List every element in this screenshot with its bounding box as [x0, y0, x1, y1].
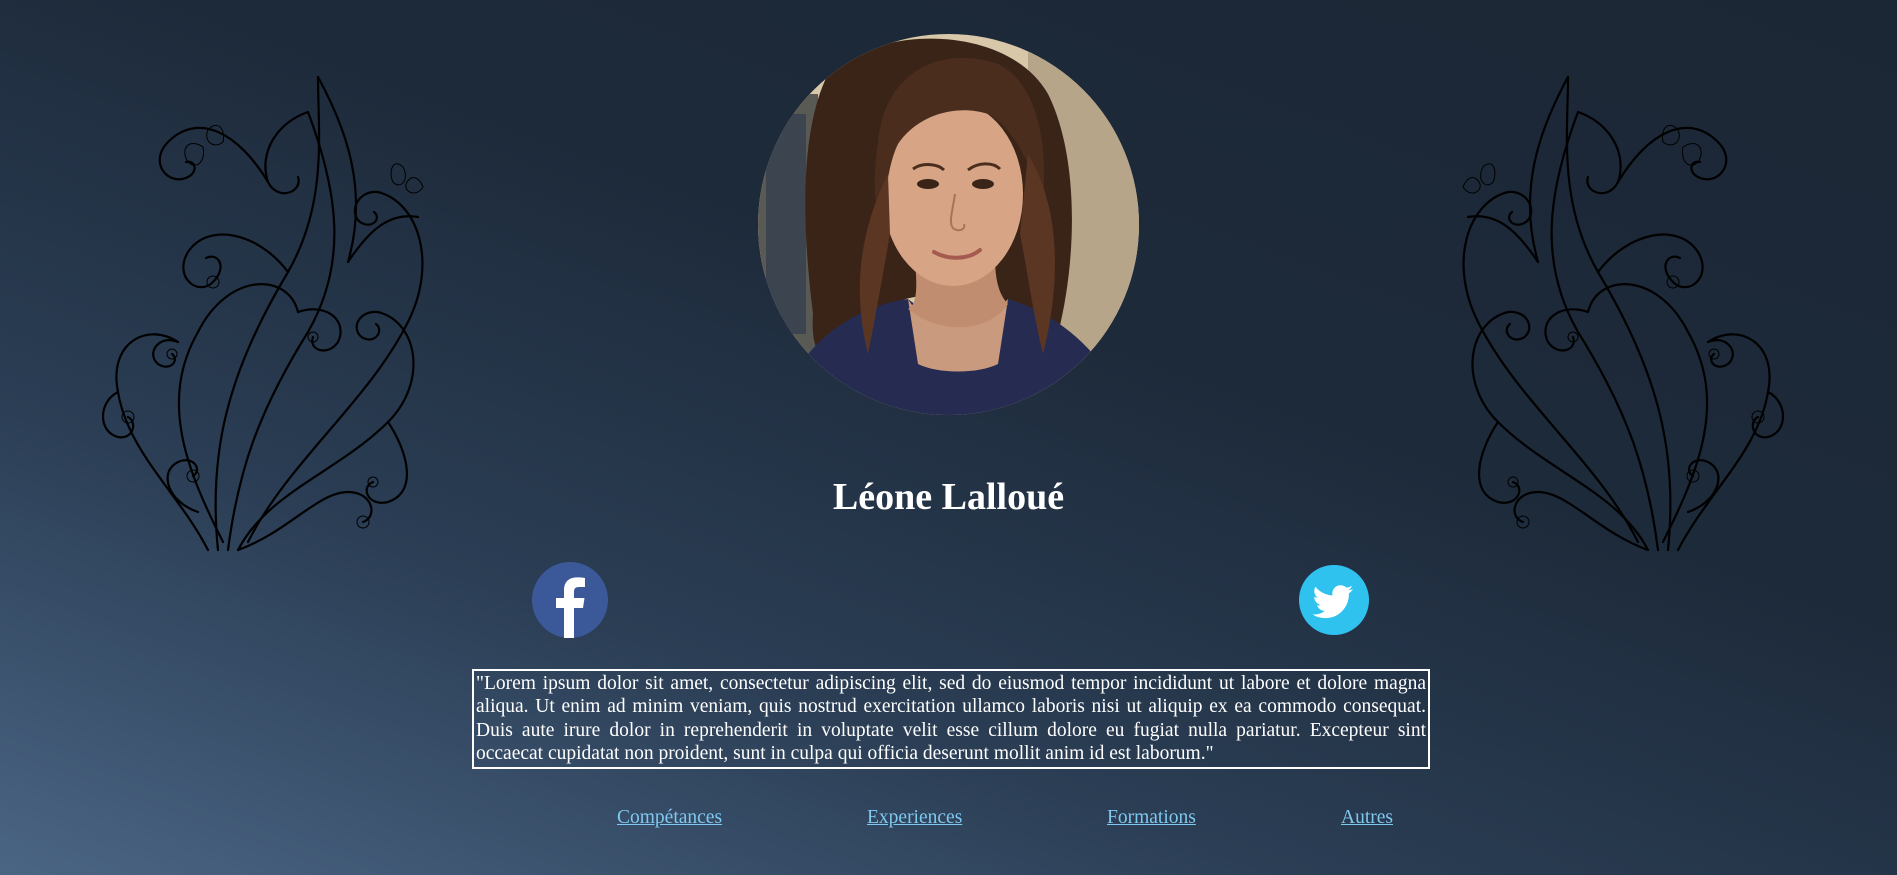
profile-photo [758, 34, 1139, 415]
nav-link-autres[interactable]: Autres [1341, 807, 1393, 829]
nav-link-competances[interactable]: Compétances [617, 807, 722, 829]
nav-link-experiences[interactable]: Experiences [867, 807, 962, 829]
profile-name: Léone Lalloué [832, 476, 1065, 518]
main-nav: Compétances Experiences Formations Autre… [0, 807, 1897, 833]
twitter-link[interactable] [1299, 565, 1369, 635]
facebook-link[interactable] [532, 562, 608, 638]
facebook-icon [532, 562, 608, 638]
bio-quote: "Lorem ipsum dolor sit amet, consectetur… [472, 669, 1430, 769]
twitter-icon [1299, 565, 1369, 635]
nav-link-formations[interactable]: Formations [1107, 807, 1196, 829]
portrait-image [758, 34, 1139, 415]
